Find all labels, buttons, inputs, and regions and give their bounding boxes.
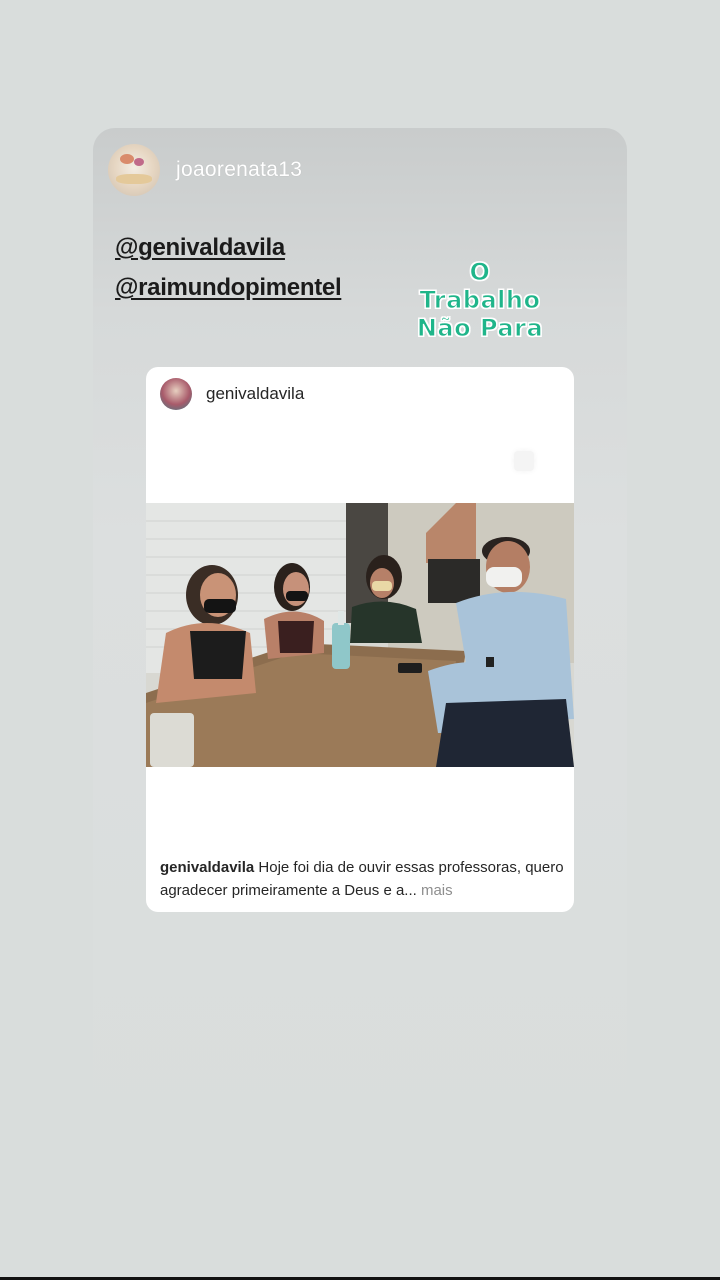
- caption-more-link[interactable]: mais: [421, 882, 453, 899]
- post-avatar[interactable]: [160, 378, 192, 410]
- story-viewer: joaorenata13 @genivaldavila @raimundopim…: [0, 0, 720, 1280]
- post-caption: genivaldavila Hoje foi dia de ouvir essa…: [160, 856, 564, 902]
- story-card[interactable]: joaorenata13 @genivaldavila @raimundopim…: [93, 128, 627, 1148]
- post-username[interactable]: genivaldavila: [206, 384, 304, 404]
- faded-icon: [514, 451, 534, 471]
- story-avatar[interactable]: [108, 144, 160, 196]
- sticker-line-1: O Trabalho: [419, 258, 541, 315]
- post-header[interactable]: genivaldavila: [160, 378, 304, 410]
- post-photo[interactable]: [146, 503, 574, 767]
- mention-raimundopimentel[interactable]: @raimundopimentel: [115, 268, 342, 308]
- sticker-line-2: Não Para: [416, 314, 544, 343]
- avatar-art-base: [116, 174, 152, 184]
- avatar-art-dot: [120, 154, 134, 164]
- text-sticker: O Trabalho Não Para: [415, 258, 545, 343]
- avatar-art-dot: [134, 158, 144, 166]
- caption-username[interactable]: genivaldavila: [160, 859, 254, 876]
- mention-genivaldavila[interactable]: @genivaldavila: [115, 228, 341, 268]
- story-username[interactable]: joaorenata13: [176, 158, 302, 182]
- mention-stickers: @genivaldavila @raimundopimentel: [115, 228, 342, 308]
- story-header[interactable]: joaorenata13: [108, 143, 302, 197]
- shared-post-card[interactable]: genivaldavila genivaldavila Hoje foi dia…: [146, 367, 574, 912]
